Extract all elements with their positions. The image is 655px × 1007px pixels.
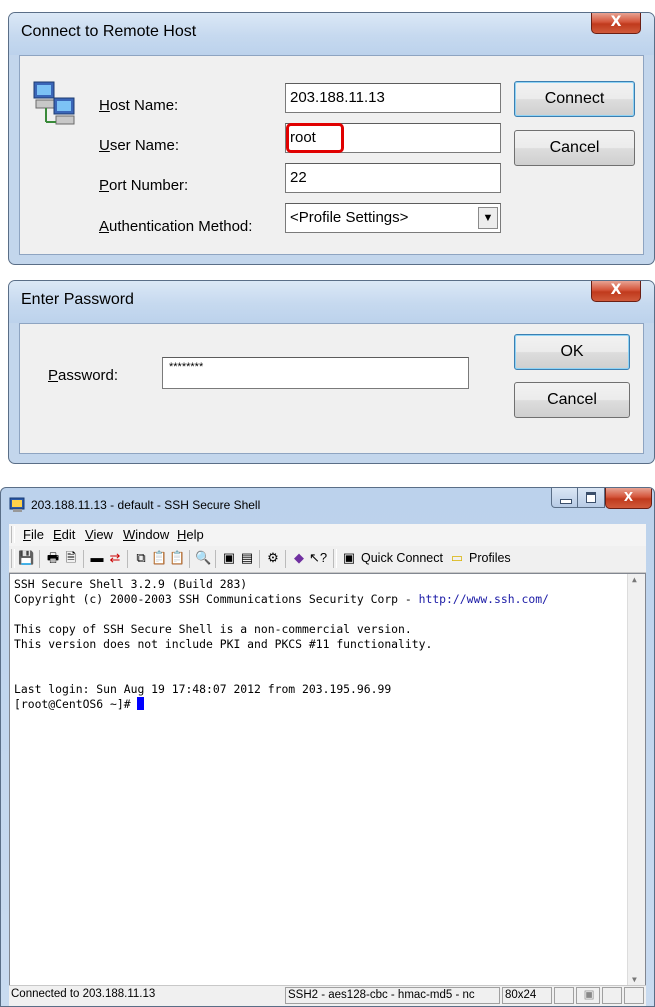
scroll-down-arrow-icon[interactable]: ▼ (632, 975, 637, 984)
authentication-method-label: Authentication Method: (99, 218, 253, 235)
password-dialog-title: Enter Password (21, 291, 134, 308)
connect-dialog: Connect to Remote Host X Host Name: 203.… (8, 12, 655, 265)
scroll-up-arrow-icon[interactable]: ▲ (632, 575, 637, 584)
host-name-input[interactable]: 203.188.11.13 (285, 83, 501, 113)
terminal-line: Copyright (c) 2000-2003 SSH Communicatio… (14, 592, 549, 606)
menu-window[interactable]: Window (123, 527, 169, 542)
terminal-line: Last login: Sun Aug 19 17:48:07 2012 fro… (14, 682, 392, 696)
ssh-window: 203.188.11.13 - default - SSH Secure She… (0, 487, 655, 1007)
status-bar: Connected to 203.188.11.13 SSH2 - aes128… (9, 985, 646, 1006)
network-computers-icon (33, 81, 75, 125)
host-name-label: Host Name: (99, 97, 179, 114)
maximize-icon[interactable] (578, 488, 605, 508)
profile-edit-icon[interactable]: ▤ (239, 550, 255, 566)
cancel-button[interactable]: Cancel (514, 130, 635, 166)
terminal-area[interactable]: SSH Secure Shell 3.2.9 (Build 283) Copyr… (9, 573, 646, 986)
profile-connect-icon[interactable]: ▣ (221, 550, 237, 566)
ssh-window-title: 203.188.11.13 - default - SSH Secure She… (31, 498, 261, 512)
connection-status: Connected to 203.188.11.13 (11, 988, 156, 1000)
status-cell-empty (602, 987, 622, 1004)
password-label: Password: (48, 367, 119, 384)
ok-button[interactable]: OK (514, 334, 630, 370)
user-name-label: User Name: (99, 137, 180, 154)
help-book-icon[interactable]: ◆ (291, 550, 307, 566)
terminal-line: SSH Secure Shell 3.2.9 (Build 283) (14, 577, 248, 591)
connect-button[interactable]: Connect (514, 81, 635, 117)
settings-icon[interactable]: ⚙ (265, 550, 281, 566)
terminal-prompt: [root@CentOS6 ~]# (14, 697, 145, 711)
paste-disabled-icon[interactable]: 📋 (169, 550, 185, 566)
menu-file[interactable]: File (23, 527, 44, 542)
toolbar: 💾 🖶 🗎 ▬ ⇄ ⧉ 📋 📋 🔍 ▣ ▤ ⚙ ◆ ↖? ▣ Quick Con… (9, 546, 646, 573)
user-name-input[interactable]: root (285, 123, 501, 153)
close-icon[interactable]: X (591, 281, 641, 302)
close-icon[interactable]: X (591, 13, 641, 34)
connect-dialog-title: Connect to Remote Host (21, 23, 197, 40)
new-file-transfer-icon[interactable]: ⇄ (107, 550, 123, 566)
print-icon[interactable]: 🖶 (45, 550, 61, 566)
folder-icon[interactable]: ▭ (449, 550, 465, 566)
status-cell-empty (554, 987, 574, 1004)
connect-dialog-titlebar[interactable]: Connect to Remote Host (9, 13, 654, 55)
close-icon[interactable]: X (605, 488, 652, 509)
status-cell-empty (624, 987, 644, 1004)
minimize-icon[interactable] (551, 488, 578, 508)
terminal-cursor (137, 697, 145, 710)
cipher-status: SSH2 - aes128-cbc - hmac-md5 - nc (285, 987, 500, 1004)
new-terminal-icon[interactable]: ▬ (89, 550, 105, 566)
menu-help[interactable]: Help (177, 527, 204, 542)
quick-connect-icon[interactable]: ▣ (341, 550, 357, 566)
menu-view[interactable]: View (85, 527, 113, 542)
save-icon[interactable]: 💾 (18, 550, 34, 566)
vertical-scrollbar[interactable]: ▲ ▼ (627, 574, 645, 985)
ssh-website-link[interactable]: http://www.ssh.com/ (419, 592, 549, 606)
menu-bar: File Edit View Window Help (9, 524, 646, 546)
password-dialog-body: Password: ******** OK Cancel (19, 323, 644, 454)
dropdown-arrow-icon[interactable]: ▼ (478, 207, 498, 229)
quick-connect-button[interactable]: Quick Connect (361, 551, 443, 565)
copy-icon[interactable]: ⧉ (133, 550, 149, 566)
port-number-input[interactable]: 22 (285, 163, 501, 193)
port-number-label: Port Number: (99, 177, 189, 194)
ssh-app-icon (9, 497, 25, 512)
user-name-value: root (290, 129, 316, 146)
menu-edit[interactable]: Edit (53, 527, 75, 542)
print-preview-icon[interactable]: 🗎 (63, 550, 79, 566)
password-dialog-titlebar[interactable]: Enter Password (9, 281, 654, 323)
password-input[interactable]: ******** (162, 357, 469, 389)
status-lock-icon: ▣ (576, 987, 600, 1004)
connect-dialog-body: Host Name: 203.188.11.13 User Name: root… (19, 55, 644, 255)
profiles-button[interactable]: Profiles (469, 551, 511, 565)
cancel-button[interactable]: Cancel (514, 382, 630, 418)
terminal-line: This copy of SSH Secure Shell is a non-c… (14, 622, 412, 636)
terminal-size-status: 80x24 (502, 987, 552, 1004)
authentication-method-select[interactable]: <Profile Settings> ▼ (285, 203, 501, 233)
password-dialog: Enter Password X Password: ******** OK C… (8, 280, 655, 464)
terminal-line: This version does not include PKI and PK… (14, 637, 433, 651)
find-icon[interactable]: 🔍 (195, 550, 211, 566)
context-help-icon[interactable]: ↖? (309, 550, 327, 566)
paste-icon[interactable]: 📋 (151, 550, 167, 566)
